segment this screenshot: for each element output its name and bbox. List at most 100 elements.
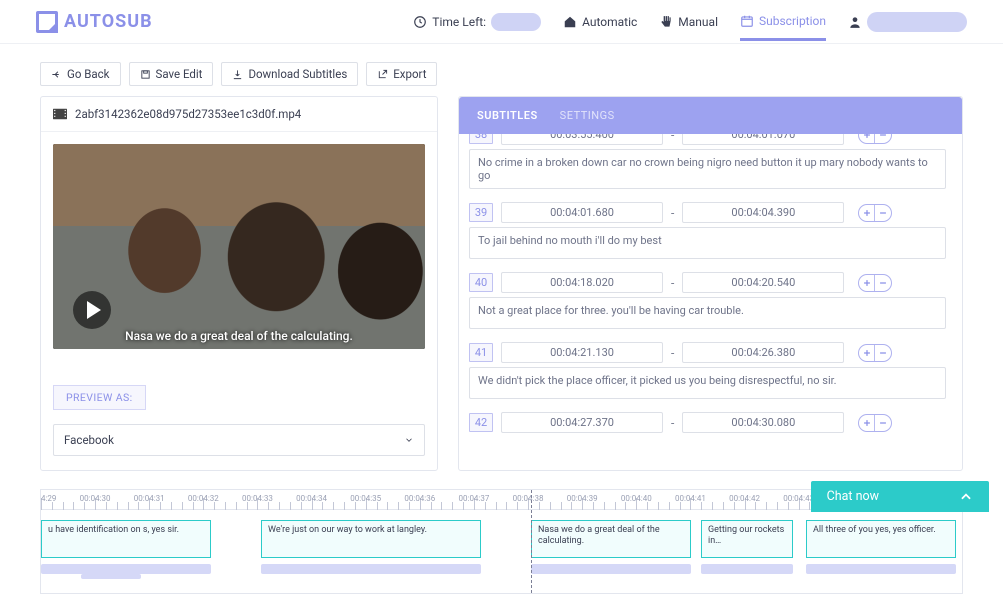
save-edit-button[interactable]: Save Edit xyxy=(129,62,214,86)
video-preview[interactable]: Nasa we do a great deal of the calculati… xyxy=(53,144,425,349)
top-bar: AUTOSUB Time Left: Automatic Manual Subs… xyxy=(0,0,1003,44)
action-toolbar: Go Back Save Edit Download Subtitles Exp… xyxy=(0,44,1003,96)
export-button[interactable]: Export xyxy=(366,62,437,86)
remove-subtitle-button[interactable] xyxy=(875,415,891,431)
subtitle-text[interactable]: We didn't pick the place officer, it pic… xyxy=(469,367,946,399)
clock-icon xyxy=(413,15,427,29)
playhead[interactable] xyxy=(531,490,532,593)
subtitle-end-time[interactable] xyxy=(682,412,844,433)
nav-account[interactable] xyxy=(848,2,967,42)
logo-icon xyxy=(36,11,58,33)
subtitle-index: 39 xyxy=(469,203,493,222)
ruler-mark: 00:04:39 xyxy=(567,494,598,503)
subtitle-index: 38 xyxy=(469,134,493,144)
subtitle-controls xyxy=(858,204,892,222)
subtitle-controls xyxy=(858,274,892,292)
subtitle-text[interactable]: Not a great place for three. you'll be h… xyxy=(469,297,946,329)
play-button[interactable] xyxy=(73,291,111,329)
subtitle-entry: 41 - We didn't pick the place officer, i… xyxy=(459,336,956,406)
tab-settings[interactable]: SETTINGS xyxy=(560,97,615,134)
subtitle-entry: 40 - Not a great place for three. you'll… xyxy=(459,266,956,336)
add-subtitle-button[interactable] xyxy=(859,205,875,221)
calendar-icon xyxy=(740,14,754,28)
timeline-clip[interactable]: We're just on our way to work at langley… xyxy=(261,520,481,558)
subtitle-controls xyxy=(858,134,892,144)
subtitle-end-time[interactable] xyxy=(682,134,844,145)
timeline-clip[interactable]: u have identification on s, yes sir. xyxy=(41,520,211,558)
add-subtitle-button[interactable] xyxy=(859,345,875,361)
home-icon xyxy=(563,15,577,29)
arrow-left-icon xyxy=(51,69,62,80)
hand-icon xyxy=(659,15,673,29)
subtitle-end-time[interactable] xyxy=(682,202,844,223)
account-badge xyxy=(867,12,967,32)
time-left-label: Time Left: xyxy=(432,15,486,29)
subtitle-start-time[interactable] xyxy=(501,202,663,223)
ruler-mark: 00:04:32 xyxy=(188,494,219,503)
preview-as-label: PREVIEW AS: xyxy=(53,385,146,410)
chat-widget[interactable]: Chat now xyxy=(811,481,989,512)
ruler-mark: 00:04:37 xyxy=(459,494,490,503)
video-panel: 2abf3142362e08d975d27353ee1c3d0f.mp4 Nas… xyxy=(40,96,438,471)
download-subtitles-button[interactable]: Download Subtitles xyxy=(221,62,358,86)
logo[interactable]: AUTOSUB xyxy=(36,11,153,33)
add-subtitle-button[interactable] xyxy=(859,134,875,143)
timeline-clip[interactable]: Getting our rockets in… xyxy=(701,520,793,558)
timeline-bar xyxy=(41,564,211,574)
remove-subtitle-button[interactable] xyxy=(875,345,891,361)
ruler-mark: 00:04:30 xyxy=(80,494,111,503)
clips-track: u have identification on s, yes sir. We'r… xyxy=(41,520,962,560)
preview-platform-select[interactable]: Facebook xyxy=(53,424,425,456)
ruler-mark: 00:04:35 xyxy=(350,494,381,503)
subtitle-start-time[interactable] xyxy=(501,134,663,145)
subtitle-end-time[interactable] xyxy=(682,342,844,363)
subtitle-index: 42 xyxy=(469,413,493,432)
ruler-mark: 00:04:36 xyxy=(404,494,435,503)
subtitle-controls xyxy=(858,414,892,432)
ruler-mark: 00:04:33 xyxy=(242,494,273,503)
remove-subtitle-button[interactable] xyxy=(875,205,891,221)
timeline-bar xyxy=(261,564,481,574)
nav-subscription[interactable]: Subscription xyxy=(740,4,826,41)
subtitle-end-time[interactable] xyxy=(682,272,844,293)
nav-automatic[interactable]: Automatic xyxy=(563,5,637,39)
add-subtitle-button[interactable] xyxy=(859,275,875,291)
ruler-mark: 00:04:31 xyxy=(134,494,165,503)
timeline-clip[interactable]: All three of you yes, yes officer. xyxy=(806,520,956,558)
export-icon xyxy=(377,69,388,80)
ruler-mark: 00:04:34 xyxy=(296,494,327,503)
subtitle-index: 41 xyxy=(469,343,493,362)
nav-manual[interactable]: Manual xyxy=(659,5,718,39)
timeline-bar xyxy=(701,564,793,574)
wave-track xyxy=(41,562,962,580)
add-subtitle-button[interactable] xyxy=(859,415,875,431)
ruler-mark: 00:04:43 xyxy=(783,494,814,503)
subtitle-start-time[interactable] xyxy=(501,272,663,293)
remove-subtitle-button[interactable] xyxy=(875,134,891,143)
save-icon xyxy=(140,69,151,80)
remove-subtitle-button[interactable] xyxy=(875,275,891,291)
editor-tabs: SUBTITLES SETTINGS xyxy=(459,97,962,134)
ruler-mark: 00:04:38 xyxy=(513,494,544,503)
subtitle-entry: 39 - To jail behind no mouth i'll do my … xyxy=(459,196,956,266)
subtitle-controls xyxy=(858,344,892,362)
timeline-bar xyxy=(531,564,691,574)
chat-label: Chat now xyxy=(827,489,879,504)
subtitle-text[interactable]: To jail behind no mouth i'll do my best xyxy=(469,227,946,259)
time-left-badge xyxy=(491,13,541,31)
download-icon xyxy=(232,69,243,80)
subtitle-index: 40 xyxy=(469,273,493,292)
timeline-bar xyxy=(806,564,956,574)
tab-subtitles[interactable]: SUBTITLES xyxy=(477,97,538,134)
top-nav: Time Left: Automatic Manual Subscription xyxy=(413,2,967,42)
go-back-button[interactable]: Go Back xyxy=(40,62,121,86)
chevron-up-icon xyxy=(959,490,973,504)
logo-text: AUTOSUB xyxy=(64,11,153,32)
timeline-clip[interactable]: Nasa we do a great deal of the calculati… xyxy=(531,520,691,558)
ruler-mark: 00:04:40 xyxy=(621,494,652,503)
subtitle-start-time[interactable] xyxy=(501,412,663,433)
subtitles-list[interactable]: 38 - No crime in a broken down car no cr… xyxy=(459,134,962,434)
preview-platform-value: Facebook xyxy=(64,433,114,447)
subtitle-start-time[interactable] xyxy=(501,342,663,363)
subtitle-text[interactable]: No crime in a broken down car no crown b… xyxy=(469,149,946,189)
